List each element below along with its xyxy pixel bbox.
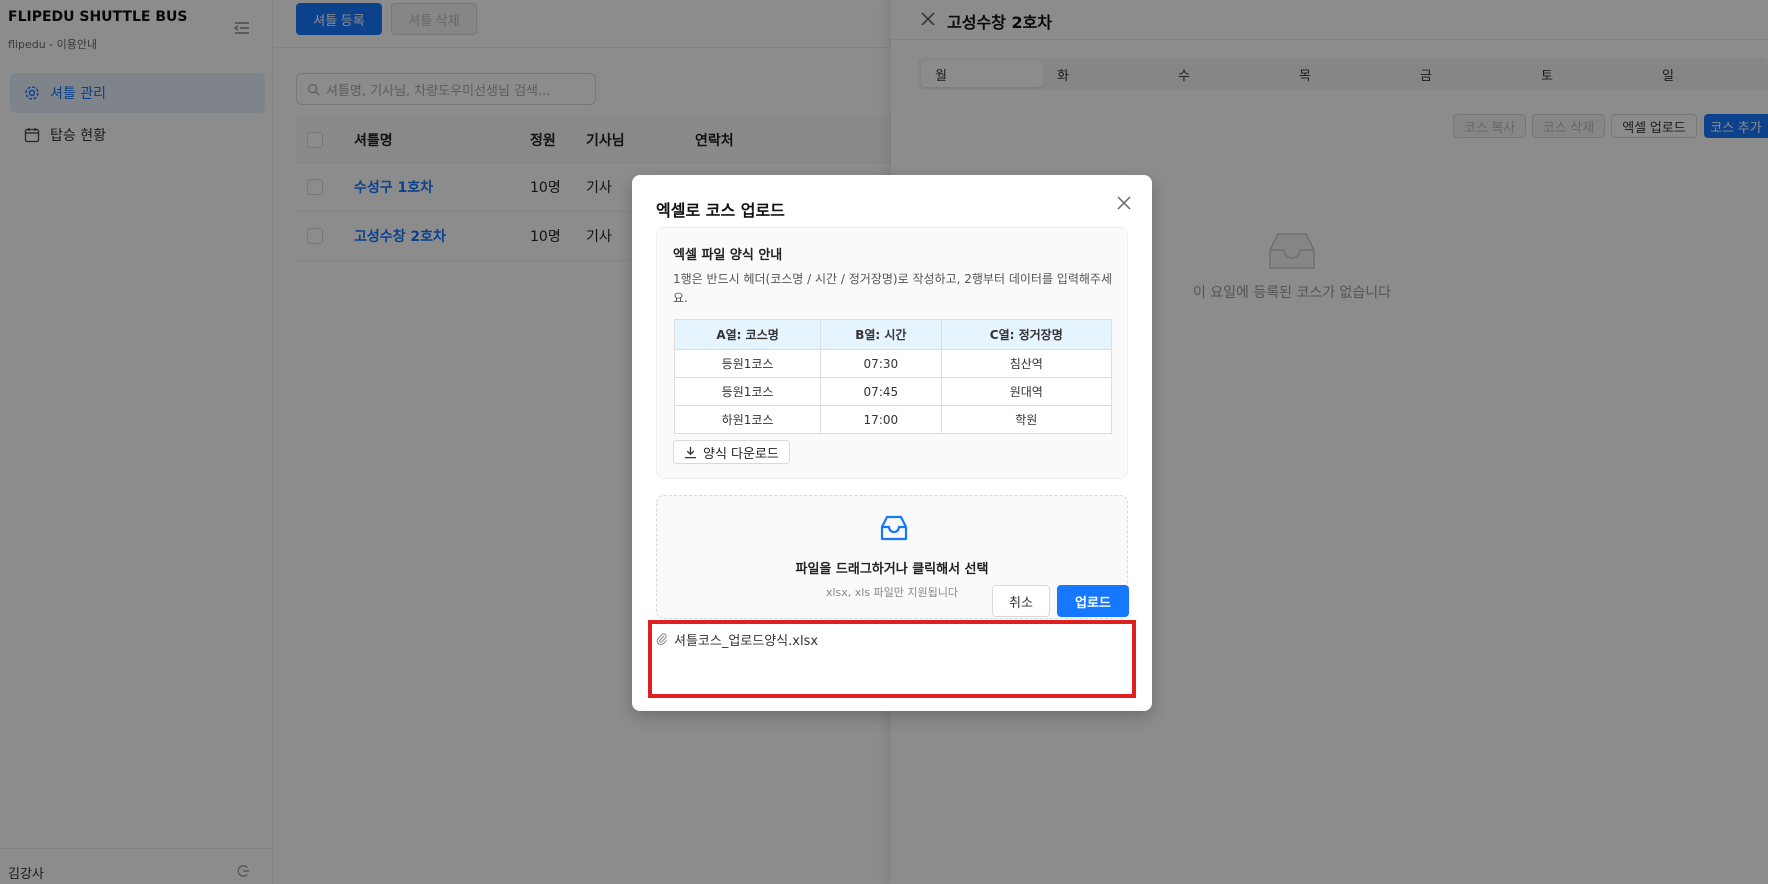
download-template-button[interactable]: 양식 다운로드 bbox=[673, 440, 790, 464]
upload-button[interactable]: 업로드 bbox=[1057, 585, 1129, 617]
table-row: 등원1코스 07:30 침산역 bbox=[673, 349, 1113, 378]
table-row: 하원1코스 17:00 학원 bbox=[673, 405, 1113, 434]
table-row: 등원1코스 07:45 원대역 bbox=[673, 377, 1113, 406]
format-guide: 엑셀 파일 양식 안내 1행은 반드시 헤더(코스명 / 시간 / 정거장명)로… bbox=[656, 227, 1128, 479]
example-header: A열: 코스명 bbox=[673, 319, 822, 350]
highlight-box bbox=[648, 620, 1136, 698]
example-cell: 등원1코스 bbox=[673, 349, 822, 378]
close-icon[interactable] bbox=[1116, 195, 1132, 211]
example-cell: 침산역 bbox=[940, 349, 1113, 378]
example-cell: 07:45 bbox=[820, 377, 942, 406]
example-header: C열: 정거장명 bbox=[940, 319, 1113, 350]
modal-title: 엑셀로 코스 업로드 bbox=[656, 201, 785, 220]
example-header: B열: 시간 bbox=[820, 319, 942, 350]
dropzone-title: 파일을 드래그하거나 클릭해서 선택 bbox=[795, 562, 989, 577]
cancel-button[interactable]: 취소 bbox=[992, 585, 1050, 617]
format-example-table: A열: 코스명 B열: 시간 C열: 정거장명 등원1코스 07:30 침산역 … bbox=[673, 319, 1113, 434]
example-cell: 원대역 bbox=[940, 377, 1113, 406]
example-cell: 07:30 bbox=[820, 349, 942, 378]
example-cell: 등원1코스 bbox=[673, 377, 822, 406]
example-cell: 17:00 bbox=[820, 405, 942, 434]
example-cell: 하원1코스 bbox=[673, 405, 822, 434]
download-label: 양식 다운로드 bbox=[703, 446, 779, 462]
download-icon bbox=[684, 446, 697, 458]
guide-description: 1행은 반드시 헤더(코스명 / 시간 / 정거장명)로 작성하고, 2행부터 … bbox=[673, 272, 1113, 305]
example-cell: 학원 bbox=[940, 405, 1113, 434]
inbox-icon bbox=[880, 515, 908, 541]
guide-title: 엑셀 파일 양식 안내 bbox=[673, 248, 783, 263]
